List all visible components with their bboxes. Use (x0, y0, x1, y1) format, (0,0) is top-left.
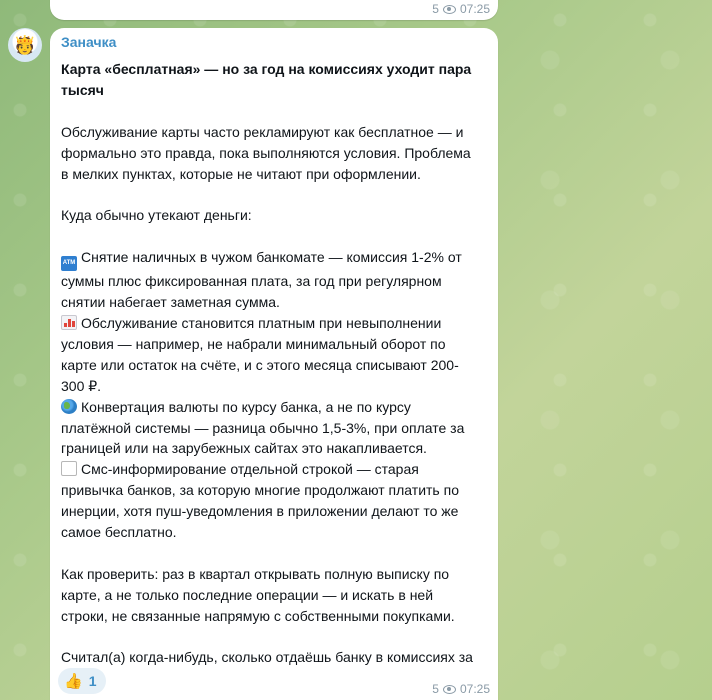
list-item-1: Снятие наличных в чужом банкомате — коми… (61, 249, 466, 311)
bar-chart-icon (61, 314, 77, 330)
message-intro: Обслуживание карты часто рекламируют как… (61, 123, 475, 182)
message-check: Как проверить: раз в квартал открывать п… (61, 565, 455, 624)
message-question: Считал(а) когда-нибудь, сколько отдаёшь … (61, 649, 473, 686)
channel-avatar[interactable]: 🫅 (8, 28, 42, 62)
eye-icon (442, 4, 456, 14)
views-count: 5 (432, 682, 439, 696)
emoji-face-icon: 🫅 (13, 34, 37, 55)
reaction-button[interactable]: 👍 1 (58, 668, 107, 694)
atm-icon: ATM (61, 256, 77, 272)
reaction-count: 1 (88, 673, 97, 689)
previous-message-bubble[interactable]: 5 07:25 (50, 0, 498, 20)
list-item-3: Конвертация валюты по курсу банка, а не … (61, 398, 469, 457)
message-text: Карта «бесплатная» — но за год на комисс… (61, 59, 481, 689)
views-count: 5 (432, 2, 439, 16)
globe-icon (61, 398, 77, 414)
list-item-4: Смс-информирование отдельной строкой — с… (61, 461, 463, 541)
thumbs-up-icon: 👍 (64, 673, 83, 690)
message-title: Карта «бесплатная» — но за год на комисс… (61, 61, 476, 98)
document-icon (61, 461, 77, 477)
sender-name[interactable]: Заначка (61, 34, 116, 50)
message-time: 07:25 (459, 682, 490, 696)
list-item-2: Обслуживание становится платным при невы… (61, 314, 459, 394)
message-meta: 5 07:25 (432, 682, 490, 696)
message-meta: 5 07:25 (432, 2, 490, 16)
list-heading: Куда обычно утекают деньги: (61, 207, 252, 224)
message-time: 07:25 (459, 2, 490, 16)
message-bubble[interactable]: Заначка Карта «бесплатная» — но за год н… (50, 28, 498, 700)
eye-icon (442, 684, 456, 694)
